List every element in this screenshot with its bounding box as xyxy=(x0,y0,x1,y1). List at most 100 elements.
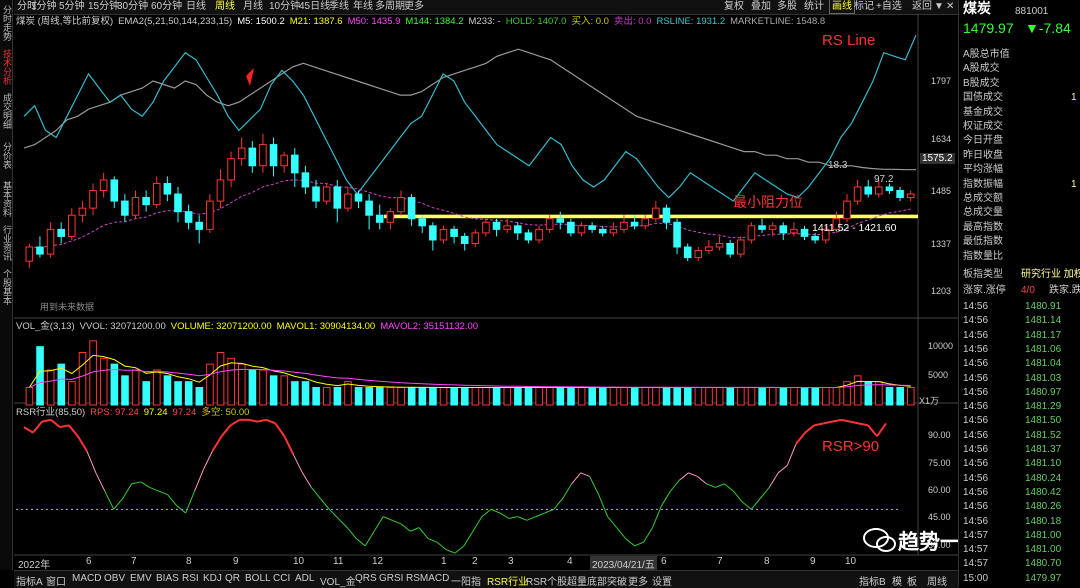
left-tab-4[interactable]: 基本资料 xyxy=(0,178,12,220)
period-tab-12[interactable]: 年线 xyxy=(353,0,373,13)
candle xyxy=(365,194,373,230)
top-action-5[interactable]: 标记 xyxy=(854,0,874,13)
indicator-tab-19[interactable]: 超量底部突破 xyxy=(567,573,627,588)
period-tab-3[interactable]: 15分钟 xyxy=(88,0,119,13)
indicator-tab-9[interactable]: BOLL xyxy=(245,573,271,584)
indicator-tab-6[interactable]: RSI xyxy=(182,573,199,584)
top-action-3[interactable]: 统计 xyxy=(804,0,824,13)
volume-bar xyxy=(344,381,352,406)
indicator-tab-20[interactable]: 更多 xyxy=(628,573,648,588)
indicator-tab-14[interactable]: GRSI xyxy=(379,573,403,584)
period-tab-2[interactable]: 5分钟 xyxy=(59,0,85,13)
volume-bar xyxy=(131,369,140,406)
indicator-tab-5[interactable]: BIAS xyxy=(156,573,179,584)
period-tab-11[interactable]: 季线 xyxy=(329,0,349,13)
volume-bar xyxy=(206,363,214,406)
indicator-tab-11[interactable]: ADL xyxy=(295,573,314,584)
indicator-tab-17[interactable]: RSR行业 xyxy=(487,573,528,588)
tick-time: 14:56 xyxy=(963,401,989,413)
indicator-tab-18[interactable]: RSR个股 xyxy=(526,573,567,588)
legend_main-item-8: 买入: 0.0 xyxy=(571,16,609,27)
top-action-6[interactable]: +自选 xyxy=(876,0,902,13)
candle xyxy=(747,222,756,244)
indicator-tab-8[interactable]: QR xyxy=(225,573,240,584)
indicator-tab-15[interactable]: RSMACD xyxy=(406,573,449,584)
rsr-segment xyxy=(445,549,456,554)
chart-area[interactable] xyxy=(14,14,958,570)
volume-bar xyxy=(588,387,597,406)
volume-bar xyxy=(482,387,490,406)
tick-price: 1480.26 xyxy=(1025,501,1062,513)
indicator-tab-13[interactable]: QRS xyxy=(355,573,377,584)
candle xyxy=(195,215,204,244)
left-tab-1[interactable]: 技术分析 xyxy=(0,46,12,88)
period-tab-9[interactable]: 10分钟 xyxy=(269,0,300,13)
rsr-segment xyxy=(679,472,689,481)
indicator-tab-3[interactable]: OBV xyxy=(104,573,125,584)
indicator-tab-21[interactable]: 设置 xyxy=(652,573,672,588)
rsr-segment xyxy=(526,516,537,521)
top-action-2[interactable]: 多股 xyxy=(777,0,797,13)
volume-bar xyxy=(652,387,660,406)
rsr-segment xyxy=(580,472,590,477)
top-action-4[interactable]: 画线 xyxy=(829,0,855,14)
period-tab-13[interactable]: 多周期 xyxy=(375,0,405,13)
rsr-segment xyxy=(706,483,716,488)
rsr-segment xyxy=(382,516,393,521)
period-tab-8[interactable]: 月线 xyxy=(243,0,263,13)
indicator-tab-1[interactable]: 窗口 xyxy=(46,573,66,588)
x-tick: 7 xyxy=(717,556,723,567)
indicator-right-1[interactable]: 模 xyxy=(892,573,902,588)
indicator-tab-16[interactable]: 一阳指 xyxy=(451,573,481,588)
volume-bar xyxy=(78,352,87,406)
indicator-tab-4[interactable]: EMV xyxy=(130,573,152,584)
rsr-segment xyxy=(768,472,779,488)
top-action-1[interactable]: 叠加 xyxy=(751,0,771,13)
indicator-right-3[interactable]: 周线 xyxy=(927,573,947,588)
rsr-segment xyxy=(661,490,671,506)
period-tab-5[interactable]: 60分钟 xyxy=(151,0,182,13)
tick-price: 1481.00 xyxy=(1025,544,1062,556)
rsr-segment xyxy=(104,490,115,510)
indicator-tab-7[interactable]: KDJ xyxy=(203,573,222,584)
quote-field-label: 总成交额 xyxy=(963,193,1003,204)
indicator-right-0[interactable]: 指标B xyxy=(859,573,886,588)
period-tab-14[interactable]: 更多 xyxy=(404,0,424,13)
quote-field-label: 今日开盘 xyxy=(963,135,1003,147)
top-action-0[interactable]: 复权 xyxy=(724,0,744,13)
legend_vol-item-3: MAVOL1: 30904134.00 xyxy=(276,321,376,332)
candle xyxy=(439,225,448,244)
period-tab-1[interactable]: 1分钟 xyxy=(31,0,57,13)
quote-field-label: 总成交量 xyxy=(963,207,1003,219)
x-tick: 12 xyxy=(372,556,384,567)
indicator-right-2[interactable]: 板 xyxy=(907,573,917,588)
period-tab-4[interactable]: 30分钟 xyxy=(117,0,148,13)
dropdown-icon[interactable]: ▼ xyxy=(934,0,944,13)
left-tab-3[interactable]: 分价表 xyxy=(0,134,12,176)
sell-marker-icon xyxy=(246,68,254,86)
left-tab-0[interactable]: 分时走势 xyxy=(0,2,12,44)
period-tab-10[interactable]: 45日线 xyxy=(299,0,330,13)
candle xyxy=(184,204,193,230)
candle xyxy=(800,225,809,240)
period-tab-7[interactable]: 周线 xyxy=(215,0,235,13)
candle xyxy=(864,179,873,198)
tick-time: 14:56 xyxy=(963,315,989,327)
volume-bar xyxy=(853,375,862,406)
left-tab-2[interactable]: 成交明细 xyxy=(0,90,12,132)
indicator-tab-0[interactable]: 指标A xyxy=(16,573,43,588)
close-icon[interactable]: ✕ xyxy=(946,0,954,13)
indicator-tab-12[interactable]: VOL_金 xyxy=(320,573,356,588)
legend_main-item-6: M233: - xyxy=(468,16,501,27)
volume-bar xyxy=(471,387,480,406)
x-tick: 2022年 xyxy=(18,560,51,571)
candle xyxy=(471,229,480,248)
indicator-tab-10[interactable]: CCI xyxy=(273,573,290,584)
top-action-7[interactable]: 返回 xyxy=(912,0,932,13)
left-tab-6[interactable]: 个股基本 xyxy=(0,266,12,308)
left-tab-5[interactable]: 行业资讯 xyxy=(0,222,12,264)
quote-field-value: 1 xyxy=(1071,92,1077,104)
indicator-tab-2[interactable]: MACD xyxy=(72,573,101,584)
period-tab-6[interactable]: 日线 xyxy=(186,0,206,13)
x-tick: 2023/04/21/五 xyxy=(590,556,657,571)
